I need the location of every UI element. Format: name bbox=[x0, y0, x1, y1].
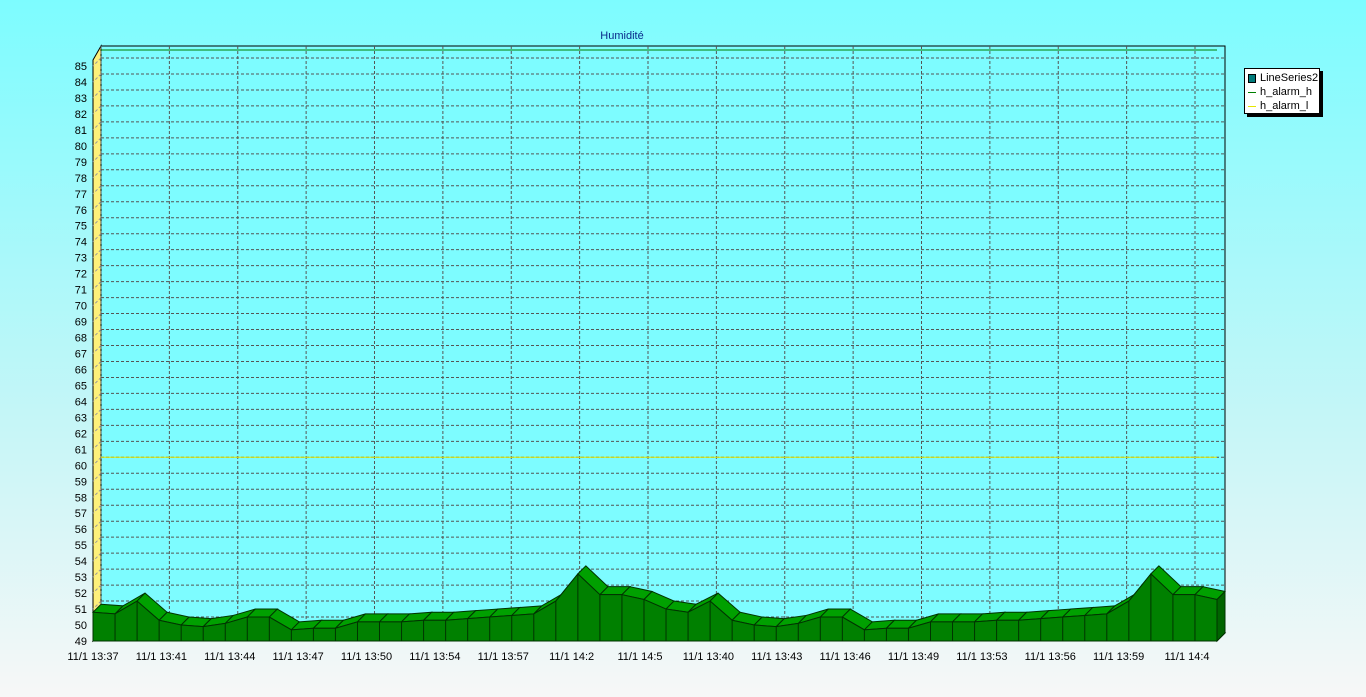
y-tick-label: 77 bbox=[75, 189, 87, 201]
y-tick-label: 66 bbox=[75, 364, 87, 376]
chart-walls bbox=[91, 44, 1227, 643]
y-tick-label: 65 bbox=[75, 380, 87, 392]
legend-item-h-alarm-l[interactable]: h_alarm_l bbox=[1248, 99, 1319, 113]
y-tick-label: 74 bbox=[75, 237, 87, 249]
y-tick-label: 52 bbox=[75, 588, 87, 600]
area-side bbox=[1216, 590, 1226, 643]
legend-label: LineSeries2 bbox=[1260, 72, 1319, 84]
x-tick-label: 11/1 13:57 bbox=[478, 651, 529, 663]
y-tick-label: 55 bbox=[75, 540, 87, 552]
y-tick-label: 80 bbox=[75, 141, 87, 153]
y-tick-label: 75 bbox=[75, 221, 87, 233]
chart-title: Humidité bbox=[600, 30, 643, 42]
legend-item-h-alarm-h[interactable]: h_alarm_h bbox=[1248, 85, 1319, 99]
legend-swatch bbox=[1248, 91, 1256, 93]
x-tick-label: 11/1 14:4 bbox=[1164, 651, 1209, 663]
y-tick-label: 54 bbox=[75, 556, 87, 568]
y-tick-label: 71 bbox=[75, 285, 87, 297]
y-tick-label: 53 bbox=[75, 572, 87, 584]
y-tick-label: 82 bbox=[75, 109, 87, 121]
y-tick-label: 56 bbox=[75, 524, 87, 536]
y-tick-label: 79 bbox=[75, 157, 87, 169]
x-tick-label: 11/1 13:59 bbox=[1093, 651, 1144, 663]
y-axis: 49 50 51 52 53 54 55 56 57 58 59 60 61 62 63 64 65 66 67 68… bbox=[75, 61, 87, 648]
x-tick-label: 11/1 13:44 bbox=[204, 651, 255, 663]
x-tick-label: 11/1 14:5 bbox=[617, 651, 662, 663]
legend-label: h_alarm_l bbox=[1260, 100, 1309, 112]
x-axis: 11/1 13:37 11/1 13:41 11/1 13:44 11/1 13:47… bbox=[67, 651, 1209, 663]
x-tick-label: 11/1 13:40 bbox=[683, 651, 734, 663]
x-tick-label: 11/1 13:54 bbox=[409, 651, 460, 663]
y-tick-label: 72 bbox=[75, 269, 87, 281]
y-tick-label: 70 bbox=[75, 301, 87, 313]
x-tick-label: 11/1 13:37 bbox=[67, 651, 118, 663]
humidity-chart: Humidité 49 50 51 52 53 54 55 56 57 58 59 60 61 62 63 6… bbox=[67, 30, 1227, 663]
y-tick-label: 84 bbox=[75, 77, 87, 89]
y-tick-label: 57 bbox=[75, 508, 87, 520]
chart-legend: LineSeries2 h_alarm_h h_alarm_l bbox=[1244, 68, 1320, 114]
x-tick-label: 11/1 13:46 bbox=[820, 651, 871, 663]
y-tick-label: 50 bbox=[75, 620, 87, 632]
y-tick-label: 67 bbox=[75, 349, 87, 361]
y-tick-label: 69 bbox=[75, 317, 87, 329]
y-tick-label: 85 bbox=[75, 61, 87, 73]
chart-window: Humidité 49 50 51 52 53 54 55 56 57 58 59 60 61 62 63 6… bbox=[0, 0, 1366, 697]
legend-label: h_alarm_h bbox=[1260, 86, 1312, 98]
y-tick-label: 68 bbox=[75, 333, 87, 345]
x-tick-label: 11/1 13:41 bbox=[136, 651, 187, 663]
y-tick-label: 61 bbox=[75, 444, 87, 456]
y-tick-label: 63 bbox=[75, 412, 87, 424]
y-tick-label: 51 bbox=[75, 604, 87, 616]
y-tick-label: 64 bbox=[75, 396, 87, 408]
legend-item-lineseries2[interactable]: LineSeries2 bbox=[1248, 71, 1319, 85]
y-tick-label: 62 bbox=[75, 428, 87, 440]
x-tick-label: 11/1 13:50 bbox=[341, 651, 392, 663]
legend-swatch bbox=[1248, 73, 1256, 83]
y-tick-label: 76 bbox=[75, 205, 87, 217]
x-tick-label: 11/1 13:53 bbox=[956, 651, 1007, 663]
y-tick-label: 49 bbox=[75, 636, 87, 648]
y-tick-label: 83 bbox=[75, 93, 87, 105]
x-tick-label: 11/1 13:49 bbox=[888, 651, 939, 663]
back-wall bbox=[100, 45, 1226, 634]
x-tick-label: 11/1 13:47 bbox=[273, 651, 324, 663]
y-tick-label: 60 bbox=[75, 460, 87, 472]
y-tick-label: 81 bbox=[75, 125, 87, 137]
y-tick-label: 58 bbox=[75, 492, 87, 504]
y-tick-label: 59 bbox=[75, 476, 87, 488]
legend-swatch bbox=[1248, 105, 1256, 107]
x-tick-label: 11/1 14:2 bbox=[549, 651, 594, 663]
x-tick-label: 11/1 13:43 bbox=[751, 651, 802, 663]
x-tick-label: 11/1 13:56 bbox=[1025, 651, 1076, 663]
left-wall bbox=[92, 44, 102, 643]
y-tick-label: 73 bbox=[75, 253, 87, 265]
y-tick-label: 78 bbox=[75, 173, 87, 185]
